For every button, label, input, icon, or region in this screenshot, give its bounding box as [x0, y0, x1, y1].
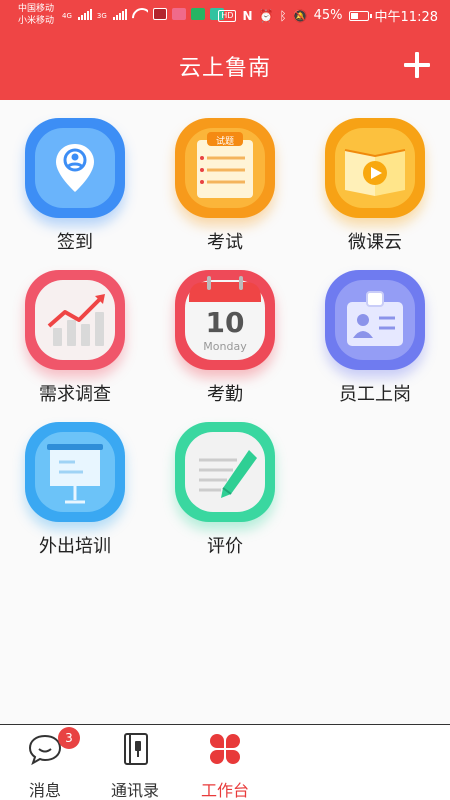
app-staff-onboard[interactable]: 员工上岗: [300, 270, 450, 410]
carrier-info: 中国移动 小米移动: [18, 3, 54, 27]
status-bar: 中国移动 小米移动 4G 3G HD N ⏰ ᛒ 🔕 45% 中午11:28: [0, 0, 450, 32]
edit-note-icon: [175, 422, 275, 522]
network-tag: 4G: [62, 12, 72, 20]
app-checkin[interactable]: 签到: [0, 118, 150, 258]
app-header: 中国移动 小米移动 4G 3G HD N ⏰ ᛒ 🔕 45% 中午11:28 云…: [0, 0, 450, 100]
message-badge: 3: [58, 727, 80, 749]
app-label: 考勤: [207, 384, 243, 405]
app-survey[interactable]: 需求调查: [0, 270, 150, 410]
app-label: 外出培训: [39, 536, 111, 557]
tab-workbench[interactable]: 工作台: [180, 725, 270, 800]
app-exam[interactable]: 试题 考试: [150, 118, 300, 258]
clock: 中午11:28: [374, 10, 438, 25]
location-pin-icon: [25, 118, 125, 218]
wifi-icon: [132, 8, 148, 20]
tab-label: 通讯录: [110, 781, 159, 800]
app-label: 需求调查: [39, 384, 111, 405]
app-training[interactable]: 外出培训: [0, 422, 150, 562]
signal-icon-2: [112, 8, 127, 20]
bottom-tabbar: 3 消息 通讯录 工作台: [0, 724, 450, 800]
workbench-icon: [207, 731, 243, 767]
hd-icon: HD: [218, 9, 237, 22]
calendar-weekday: Monday: [203, 340, 247, 353]
tab-label: 消息: [28, 781, 61, 800]
calendar-icon: 10 Monday: [175, 270, 275, 370]
contacts-book-icon: [117, 731, 153, 767]
network-tag-2: 3G: [96, 12, 107, 20]
id-card-icon: [325, 270, 425, 370]
app-label: 员工上岗: [339, 384, 411, 405]
mute-icon: 🔕: [292, 8, 308, 23]
exam-badge-text: 试题: [215, 137, 234, 147]
app-attendance[interactable]: 10 Monday 考勤: [150, 270, 300, 410]
app-label: 微课云: [348, 232, 402, 253]
app-microclass[interactable]: 微课云: [300, 118, 450, 258]
trend-chart-icon: [25, 270, 125, 370]
plus-icon[interactable]: [404, 52, 430, 78]
page-title: 云上鲁南: [178, 56, 271, 81]
nfc-icon: N: [242, 8, 253, 23]
tab-contacts[interactable]: 通讯录: [90, 725, 180, 800]
tab-messages[interactable]: 3 消息: [0, 725, 90, 800]
app-label: 签到: [57, 232, 93, 253]
video-book-icon: [325, 118, 425, 218]
video-app-icon: [190, 8, 205, 20]
app-label: 考试: [207, 232, 243, 253]
presentation-board-icon: [25, 422, 125, 522]
carrier-2: 小米移动: [18, 16, 55, 26]
calendar-day: 10: [205, 306, 245, 339]
alarm-icon: ⏰: [258, 8, 274, 23]
battery-icon: [348, 10, 372, 21]
app-evaluation[interactable]: 评价: [150, 422, 300, 562]
bluetooth-icon: ᛒ: [279, 8, 287, 23]
status-right: HD N ⏰ ᛒ 🔕 45% 中午11:28: [218, 6, 438, 25]
app-label: 评价: [207, 536, 243, 557]
health-app-icon: [171, 8, 186, 20]
signal-icon: [77, 8, 92, 20]
battery-percent: 45%: [313, 8, 343, 23]
app-notification-icon: [152, 8, 167, 20]
tab-label: 工作台: [200, 781, 249, 800]
exam-paper-icon: 试题: [175, 118, 275, 218]
status-left-icons: 4G 3G: [62, 8, 224, 20]
carrier-1: 中国移动: [18, 4, 55, 14]
